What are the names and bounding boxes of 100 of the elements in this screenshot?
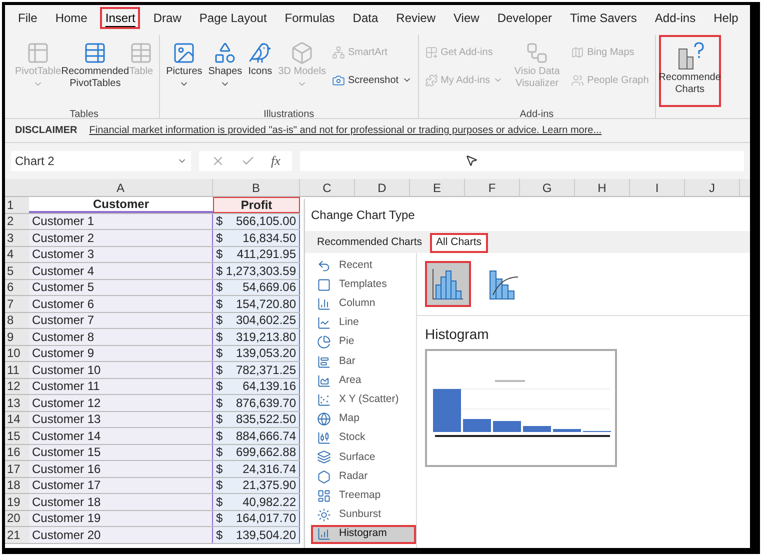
chart-type-item[interactable]: Line: [311, 314, 416, 333]
row-number[interactable]: 20: [5, 510, 29, 526]
row-number[interactable]: 8: [5, 312, 29, 328]
currency-symbol: $: [216, 262, 223, 280]
row-number[interactable]: 11: [5, 362, 29, 378]
image-icon: [172, 41, 196, 65]
chart-type-item[interactable]: Templates: [311, 275, 416, 294]
row-number[interactable]: 18: [5, 478, 29, 493]
table-cell: Customer 6: [29, 296, 213, 312]
table-cell: Customer 20: [29, 527, 213, 542]
chart-type-item[interactable]: Histogram: [311, 524, 416, 544]
bird-icon: [248, 41, 272, 65]
shapes-icon: [213, 41, 238, 65]
sheet-column-heading[interactable]: I: [630, 179, 685, 196]
currency-symbol: $: [216, 312, 223, 330]
row-number[interactable]: 3: [5, 230, 29, 246]
ribbon-tab[interactable]: Help: [708, 7, 744, 29]
ribbon-button[interactable]: Icons: [245, 35, 276, 107]
ribbon-button[interactable]: Pictures: [163, 35, 206, 107]
sheet-column-heading[interactable]: C: [300, 179, 355, 196]
line-chart-icon: [317, 316, 331, 330]
people-icon: [571, 74, 584, 86]
ribbon-tab[interactable]: File: [13, 7, 42, 29]
row-number[interactable]: 14: [5, 412, 29, 427]
sheet-column-heading[interactable]: A: [29, 179, 213, 196]
chart-type-item[interactable]: X Y (Scatter): [311, 390, 416, 410]
ribbon-tab[interactable]: Draw: [148, 7, 186, 29]
row-number[interactable]: 21: [5, 527, 29, 542]
pivot-table-icon: [26, 41, 50, 65]
row-number[interactable]: 7: [5, 296, 29, 312]
undo-icon: [317, 258, 331, 273]
grid-plus-icon: [424, 46, 438, 58]
chart-type-item[interactable]: Sunburst: [311, 505, 416, 525]
amount-value: 139,053.20: [236, 345, 296, 362]
table-cell: Customer 5: [29, 280, 213, 295]
formula-input[interactable]: [300, 151, 744, 171]
chart-type-item[interactable]: Map: [311, 410, 416, 429]
currency-symbol: $: [216, 394, 223, 412]
sheet-column-heading[interactable]: D: [355, 179, 410, 196]
currency-symbol: $: [216, 526, 223, 544]
amount-value: 21,375.90: [242, 477, 296, 494]
row-number[interactable]: 10: [5, 346, 29, 361]
sheet-column-heading[interactable]: F: [465, 179, 520, 196]
ribbon-button[interactable]: Shapes: [205, 35, 246, 107]
ribbon-tab[interactable]: Developer: [492, 7, 558, 29]
chart-type-item[interactable]: Area: [311, 371, 416, 390]
sheet-column-heading[interactable]: H: [575, 179, 630, 196]
row-number[interactable]: 17: [5, 461, 29, 476]
chart-subtype[interactable]: [425, 261, 471, 307]
ribbon-tab[interactable]: Formulas: [280, 7, 340, 29]
puzzle-icon: [424, 74, 438, 86]
ribbon-tab[interactable]: View: [448, 7, 484, 29]
disclaimer-link[interactable]: Financial market information is provided "as-is" and not for professional or trading purposes or advice. Learn more...: [89, 123, 602, 138]
ribbon-tab[interactable]: Review: [391, 7, 441, 29]
cancel-icon[interactable]: [211, 154, 225, 168]
ribbon-tab[interactable]: Time Savers: [565, 7, 642, 29]
area-chart-icon: [317, 374, 331, 388]
chart-type-item[interactable]: Radar: [311, 467, 416, 486]
row-number[interactable]: 2: [5, 214, 29, 229]
row-number[interactable]: 12: [5, 378, 29, 394]
ribbon-button[interactable]: Recommended PivotTables: [64, 35, 126, 107]
currency-symbol: $: [216, 510, 223, 528]
globe-icon: [317, 412, 331, 426]
chart-type-item[interactable]: Bar: [311, 352, 416, 372]
sheet-column-heading[interactable]: E: [410, 179, 465, 196]
function-button[interactable]: fx: [271, 151, 280, 171]
row-number[interactable]: 1: [5, 197, 29, 212]
chart-type-item[interactable]: Treemap: [311, 486, 416, 506]
chart-type-item[interactable]: Recent: [311, 256, 416, 276]
row-number[interactable]: 19: [5, 494, 29, 510]
chart-type-item[interactable]: Column: [311, 294, 416, 314]
row-number[interactable]: 13: [5, 395, 29, 410]
ribbon-tab[interactable]: Home: [50, 7, 92, 29]
chart-type-item[interactable]: Stock: [311, 428, 416, 448]
bar-chart-icon: [317, 354, 331, 369]
name-box[interactable]: Chart 2: [11, 151, 191, 171]
sheet-column-heading[interactable]: B: [213, 179, 300, 196]
amount-value: 304,602.25: [236, 312, 296, 330]
ribbon-tab[interactable]: Page Layout: [194, 7, 272, 29]
amount-value: 319,213.80: [236, 328, 296, 346]
row-number[interactable]: 9: [5, 329, 29, 344]
stock-chart-icon: [317, 431, 331, 446]
ribbon-button[interactable]: Screenshot: [329, 67, 415, 93]
ribbon-tab[interactable]: Data: [348, 7, 384, 29]
ribbon-tab[interactable]: Insert: [100, 7, 140, 29]
sheet-column-heading[interactable]: J: [685, 179, 740, 196]
ribbon-tab[interactable]: Add-ins: [650, 7, 701, 29]
amount-value: 835,522.50: [236, 411, 296, 428]
table-cell: Customer 16: [29, 461, 213, 476]
sheet-column-heading[interactable]: G: [520, 179, 575, 196]
row-number[interactable]: 15: [5, 428, 29, 444]
chart-type-item[interactable]: Pie: [311, 332, 416, 352]
row-number[interactable]: 5: [5, 263, 29, 278]
currency-symbol: $: [216, 230, 223, 247]
dialog-tab[interactable]: All Charts: [430, 233, 488, 253]
row-number[interactable]: 16: [5, 444, 29, 460]
row-number[interactable]: 4: [5, 246, 29, 262]
row-number[interactable]: 6: [5, 280, 29, 295]
chart-type-item[interactable]: Surface: [311, 448, 416, 468]
table-cell: Customer 11: [29, 378, 213, 394]
